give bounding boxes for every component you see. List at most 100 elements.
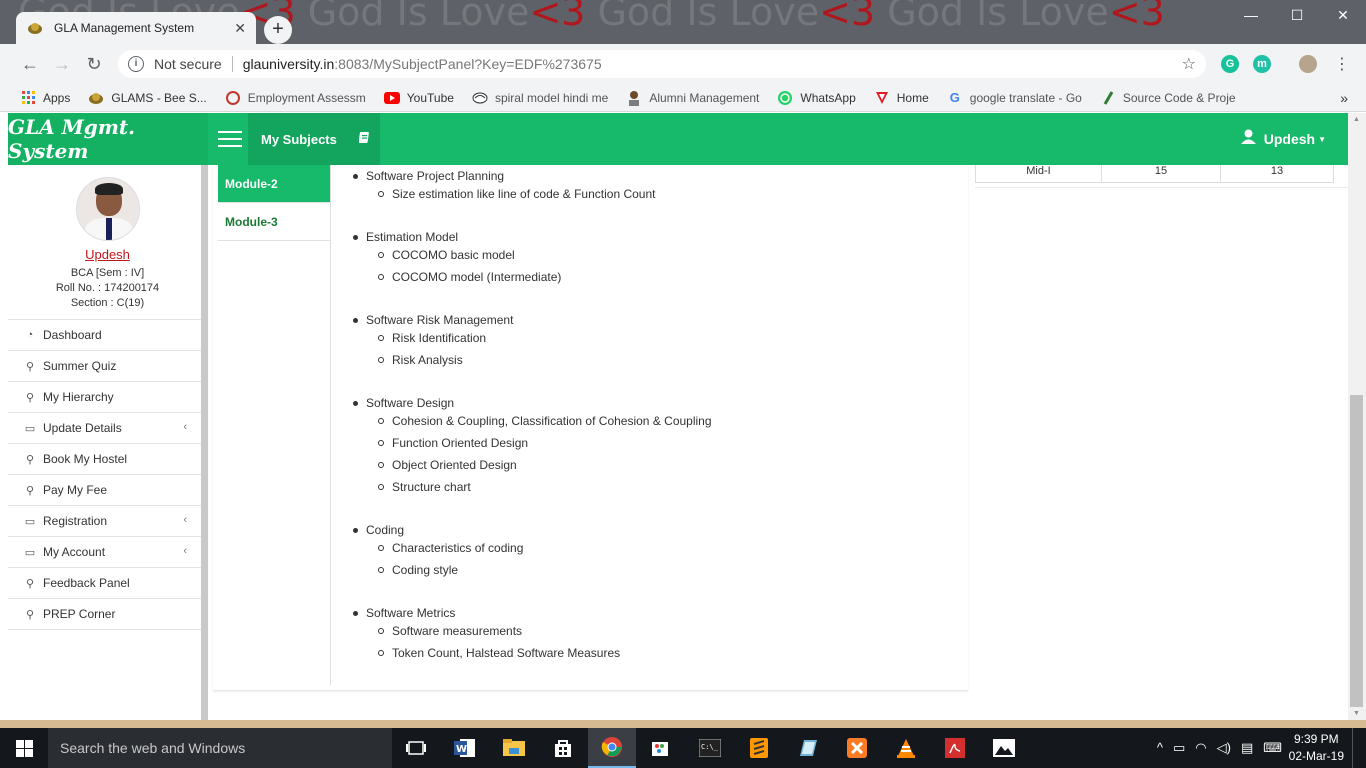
profile-course: BCA [Sem : IV] — [70, 267, 145, 279]
topic-title: Estimation Model — [353, 228, 561, 246]
minimize-button[interactable]: — — [1228, 0, 1274, 30]
wifi-icon[interactable]: ◠ — [1195, 740, 1206, 756]
command-prompt-icon[interactable]: C:\_ — [686, 728, 734, 768]
taskbar-search-input[interactable]: Search the web and Windows — [48, 728, 392, 768]
sidebar-item-label: My Hierarchy — [43, 390, 114, 404]
show-desktop-button[interactable] — [1352, 728, 1366, 768]
forward-icon[interactable]: → — [46, 54, 78, 75]
show-hidden-icons-icon[interactable]: ^ — [1157, 740, 1163, 756]
hamburger-menu-icon[interactable] — [218, 131, 242, 147]
bookmark-apps[interactable]: Apps — [20, 90, 70, 106]
sidebar-item-pay-my-fee[interactable]: ⚲ Pay My Fee — [8, 475, 207, 506]
sidebar-item-prep-corner[interactable]: ⚲ PREP Corner — [8, 599, 207, 630]
browser-tab[interactable]: GLA Management System ✕ — [16, 12, 256, 44]
bookmark-youtube[interactable]: YouTube — [383, 90, 454, 106]
table-divider — [975, 187, 1348, 188]
info-icon[interactable]: i — [128, 56, 144, 72]
sidebar-item-update-details[interactable]: ▭ Update Details ‹ — [8, 413, 207, 444]
scroll-down-icon[interactable]: ▼ — [1353, 710, 1360, 717]
page-scrollbar[interactable]: ▲ ▼ — [1348, 113, 1366, 720]
bookmark-label: GLAMS - Bee S... — [111, 90, 207, 105]
tab-module-3[interactable]: Module-3 — [218, 203, 330, 241]
my-subjects-label: My Subjects — [261, 131, 337, 147]
sidebar-item-registration[interactable]: ▭ Registration ‹ — [8, 506, 207, 537]
m-extension-icon[interactable]: m — [1253, 55, 1271, 73]
sidebar-item-my-account[interactable]: ▭ My Account ‹ — [8, 537, 207, 568]
back-icon[interactable]: ← — [14, 54, 46, 75]
sidebar-item-feedback-panel[interactable]: ⚲ Feedback Panel — [8, 568, 207, 599]
laptop-icon: ▭ — [24, 546, 36, 559]
caret-down-icon: ▼ — [1318, 134, 1326, 144]
task-view-icon[interactable] — [392, 728, 440, 768]
laptop-icon: ▭ — [24, 422, 36, 435]
xampp-icon[interactable] — [833, 728, 881, 768]
photos-icon[interactable] — [980, 728, 1028, 768]
paint-icon[interactable] — [637, 728, 685, 768]
chrome-icon[interactable] — [588, 728, 636, 768]
google-icon: G — [949, 90, 960, 105]
topic-title: Software Risk Management — [353, 311, 513, 329]
subtopic-item: COCOMO model (Intermediate) — [353, 268, 561, 290]
user-menu[interactable]: Updesh ▼ — [1240, 113, 1326, 165]
bookmark-alumni[interactable]: Alumni Management — [626, 90, 759, 106]
volume-icon[interactable]: ◁) — [1217, 740, 1231, 756]
sidebar-item-my-hierarchy[interactable]: ⚲ My Hierarchy — [8, 382, 207, 413]
window-close-button[interactable]: ✕ — [1320, 0, 1366, 30]
sidebar-item-label: Update Details — [43, 421, 122, 435]
action-center-icon[interactable]: ▤ — [1241, 740, 1253, 756]
module-tabs: Module-2 Module-3 — [218, 165, 331, 685]
bookmark-source-code[interactable]: Source Code & Proje — [1100, 90, 1236, 106]
bookmark-label: google translate - Go — [969, 90, 1082, 105]
sidebar-item-summer-quiz[interactable]: ⚲ Summer Quiz — [8, 351, 207, 382]
store-icon[interactable] — [539, 728, 587, 768]
bookmark-whatsapp[interactable]: WhatsApp — [777, 90, 856, 106]
notes-icon[interactable] — [784, 728, 832, 768]
bookmark-label: Alumni Management — [649, 90, 760, 105]
acrobat-icon[interactable] — [931, 728, 979, 768]
bookmark-employment[interactable]: Employment Assessm — [225, 90, 366, 106]
bookmark-spiral[interactable]: spiral model hindi me — [472, 90, 608, 106]
maximize-button[interactable]: ☐ — [1274, 0, 1320, 30]
whatsapp-icon — [777, 90, 793, 106]
menu-kebab-icon[interactable]: ⋮ — [1334, 54, 1350, 74]
scrollbar-thumb[interactable] — [1350, 395, 1363, 707]
word-icon[interactable]: W — [441, 728, 489, 768]
sidebar-item-dashboard[interactable]: ◔ Dashboard — [8, 320, 207, 351]
bookmark-glams[interactable]: GLAMS - Bee S... — [88, 90, 207, 106]
address-bar[interactable]: i Not secure glauniversity.in:8083/MySub… — [118, 50, 1206, 78]
bookmark-star-icon[interactable]: ☆ — [1182, 54, 1196, 74]
file-explorer-icon[interactable] — [490, 728, 538, 768]
home-v-icon — [874, 90, 890, 106]
brand-logo[interactable]: GLA Mgmt. System — [8, 113, 208, 165]
new-tab-button[interactable]: + — [264, 16, 292, 44]
sidebar-menu: ◔ Dashboard ⚲ Summer Quiz ⚲ My Hierarchy ▭ Upda… — [8, 320, 207, 630]
battery-icon[interactable]: ▭ — [1173, 740, 1185, 756]
vlc-icon[interactable] — [882, 728, 930, 768]
sidebar-item-label: PREP Corner — [43, 607, 116, 621]
sidebar-item-book-my-hostel[interactable]: ⚲ Book My Hostel — [8, 444, 207, 475]
profile-section: Section : C(19) — [70, 297, 145, 309]
syllabus-content: Software Project Planning Size estimation… — [338, 165, 963, 685]
gla-favicon-icon — [26, 20, 44, 36]
reload-icon[interactable]: ↻ — [78, 54, 110, 75]
taskbar-clock[interactable]: 9:39 PM 02-Mar-19 — [1289, 731, 1344, 765]
keyboard-icon[interactable]: ⌨ — [1263, 740, 1282, 756]
sidebar-scrollbar[interactable] — [201, 165, 208, 720]
scroll-up-icon[interactable]: ▲ — [1353, 116, 1360, 123]
more-bookmarks-icon[interactable]: » — [1340, 90, 1348, 106]
grammarly-extension-icon[interactable]: G — [1221, 55, 1239, 73]
sidebar-item-label: Pay My Fee — [43, 483, 108, 497]
sidebar-item-label: Dashboard — [43, 328, 102, 342]
tab-module-2[interactable]: Module-2 — [218, 165, 330, 203]
profile-avatar-icon[interactable] — [1299, 55, 1317, 73]
tab-close-icon[interactable]: ✕ — [234, 20, 246, 37]
avatar — [75, 177, 140, 241]
topic-item: Software Metrics Software measurements Tok… — [353, 604, 620, 666]
windows-start-icon[interactable] — [0, 728, 48, 768]
profile-name[interactable]: Updesh — [8, 247, 207, 262]
sublime-text-icon[interactable] — [735, 728, 783, 768]
bookmark-google-translate[interactable]: G google translate - Go — [947, 90, 1082, 106]
bookmark-home[interactable]: Home — [874, 90, 929, 106]
topic-item: Estimation Model COCOMO basic model COCOMO… — [353, 228, 561, 290]
my-subjects-nav[interactable]: My Subjects — [248, 113, 380, 165]
